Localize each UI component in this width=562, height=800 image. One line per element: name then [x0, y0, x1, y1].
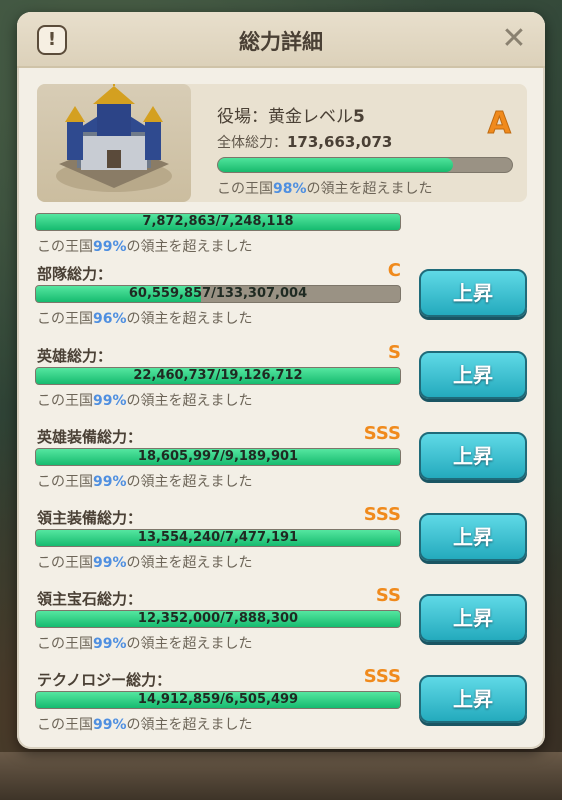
row-sub-suffix: の領主を超えました	[126, 239, 253, 255]
raise-button[interactable]: 上昇	[419, 594, 527, 642]
raise-button[interactable]: 上昇	[419, 351, 527, 399]
role-level: 5	[353, 107, 365, 127]
row-sub-suffix: の領主を超えました	[126, 717, 253, 733]
row-surpass-text: この王国99%の領主を超えました	[37, 236, 253, 256]
power-row: 7,872,863/7,248,118 この王国99%の領主を超えました	[17, 208, 545, 271]
row-sub-suffix: の領主を超えました	[126, 474, 253, 490]
surpass-prefix: この王国	[217, 181, 273, 197]
castle-icon	[56, 78, 172, 192]
row-sub-pct: 99%	[93, 393, 127, 409]
row-sub-pct: 99%	[93, 717, 127, 733]
row-sub-prefix: この王国	[37, 555, 93, 571]
row-surpass-text: この王国99%の領主を超えました	[37, 714, 253, 734]
power-row: 英雄装備総力： SSS 18,605,997/9,189,901 この王国99%の…	[17, 423, 545, 506]
row-sub-prefix: この王国	[37, 717, 93, 733]
total-power: 全体総力：173,663,073	[217, 132, 392, 152]
row-surpass-text: この王国99%の領主を超えました	[37, 471, 253, 491]
row-sub-suffix: の領主を超えました	[126, 393, 253, 409]
power-details-dialog: ! 総力詳細 ✕ 役場：黄金レベル5 全体総力：173,663,073 A この…	[17, 12, 545, 749]
row-surpass-text: この王国99%の領主を超えました	[37, 390, 253, 410]
row-bar-value: 18,605,997/9,189,901	[137, 449, 299, 464]
power-row: 領主宝石総力： SS 12,352,000/7,888,300 この王国99%の領…	[17, 585, 545, 668]
row-surpass-text: この王国96%の領主を超えました	[37, 308, 253, 328]
row-sub-pct: 99%	[93, 239, 127, 255]
dialog-title: 総力詳細	[239, 30, 323, 54]
summary-card: 役場：黄金レベル5 全体総力：173,663,073 A この王国98%の領主を…	[37, 78, 527, 202]
row-surpass-text: この王国99%の領主を超えました	[37, 552, 253, 572]
raise-button[interactable]: 上昇	[419, 269, 527, 317]
row-bar-value: 12,352,000/7,888,300	[137, 611, 299, 626]
summary-surpass-text: この王国98%の領主を超えました	[217, 178, 433, 198]
row-grade: SS	[375, 585, 401, 606]
raise-button[interactable]: 上昇	[419, 675, 527, 723]
row-grade: C	[387, 260, 401, 281]
row-progress-bar: 14,912,859/6,505,499	[35, 691, 401, 709]
total-value: 173,663,073	[287, 133, 393, 151]
total-label: 全体総力：	[217, 135, 287, 151]
row-progress-bar: 7,872,863/7,248,118	[35, 213, 401, 231]
dialog-header: ! 総力詳細 ✕	[17, 12, 545, 68]
bottom-chat-strip	[0, 752, 562, 800]
castle-image	[37, 78, 191, 202]
row-label: 英雄装備総力：	[37, 428, 143, 446]
row-sub-pct: 99%	[93, 555, 127, 571]
row-bar-value: 7,872,863/7,248,118	[142, 214, 294, 229]
row-sub-prefix: この王国	[37, 311, 93, 327]
role-prefix: 役場：黄金レベル	[217, 107, 353, 127]
row-label: 領主宝石総力：	[37, 590, 143, 608]
row-bar-value: 60,559,857/133,307,004	[128, 286, 308, 301]
row-label: 領主装備総力：	[37, 509, 143, 527]
row-bar-value: 14,912,859/6,505,499	[137, 692, 299, 707]
row-sub-suffix: の領主を超えました	[126, 311, 253, 327]
row-progress-bar: 22,460,737/19,126,712	[35, 367, 401, 385]
row-sub-suffix: の領主を超えました	[126, 636, 253, 652]
row-grade: SSS	[363, 504, 401, 525]
row-sub-prefix: この王国	[37, 636, 93, 652]
row-grade: SSS	[363, 423, 401, 444]
row-bar-value: 13,554,240/7,477,191	[137, 530, 299, 545]
row-grade: SSS	[363, 666, 401, 687]
row-progress-bar: 60,559,857/133,307,004	[35, 285, 401, 303]
row-sub-prefix: この王国	[37, 393, 93, 409]
townhall-level: 役場：黄金レベル5	[217, 102, 365, 127]
row-progress-bar: 18,605,997/9,189,901	[35, 448, 401, 466]
power-row: 英雄総力： S 22,460,737/19,126,712 この王国99%の領主を…	[17, 342, 545, 425]
row-bar-value: 22,460,737/19,126,712	[133, 368, 303, 383]
row-surpass-text: この王国99%の領主を超えました	[37, 633, 253, 653]
row-progress-bar: 13,554,240/7,477,191	[35, 529, 401, 547]
row-sub-pct: 99%	[93, 474, 127, 490]
power-row: 領主装備総力： SSS 13,554,240/7,477,191 この王国99%の…	[17, 504, 545, 587]
power-category-list[interactable]: 7,872,863/7,248,118 この王国99%の領主を超えました 部隊総力…	[17, 208, 545, 738]
row-label: 部隊総力：	[37, 265, 113, 283]
power-row: 部隊総力： C 60,559,857/133,307,004 この王国96%の領主…	[17, 260, 545, 343]
row-sub-prefix: この王国	[37, 239, 93, 255]
row-sub-prefix: この王国	[37, 474, 93, 490]
row-progress-bar: 12,352,000/7,888,300	[35, 610, 401, 628]
row-sub-pct: 99%	[93, 636, 127, 652]
overall-grade: A	[487, 106, 511, 142]
summary-progress-fill	[218, 158, 454, 172]
row-label: 英雄総力：	[37, 347, 113, 365]
summary-progress-bar	[217, 157, 513, 173]
row-sub-suffix: の領主を超えました	[126, 555, 253, 571]
raise-button[interactable]: 上昇	[419, 432, 527, 480]
raise-button[interactable]: 上昇	[419, 513, 527, 561]
close-icon[interactable]: ✕	[497, 22, 531, 56]
row-sub-pct: 96%	[93, 311, 127, 327]
power-row: テクノロジー総力： SSS 14,912,859/6,505,499 この王国99…	[17, 666, 545, 738]
row-grade: S	[388, 342, 401, 363]
surpass-suffix: の領主を超えました	[306, 181, 433, 197]
surpass-pct: 98%	[273, 181, 307, 197]
row-label: テクノロジー総力：	[37, 671, 172, 689]
